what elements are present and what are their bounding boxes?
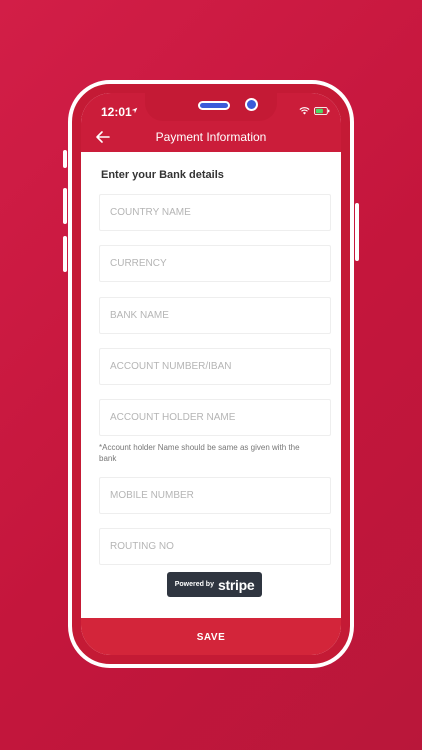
stripe-prefix: Powered by (174, 581, 214, 588)
account-holder-name-input[interactable] (99, 399, 331, 436)
battery-icon (314, 107, 330, 115)
bank-details-form: Enter your Bank details *Account holder … (81, 152, 341, 618)
camera-icon (245, 98, 258, 111)
app-screen: 12:01 Payment Information Enter your Ban… (81, 93, 341, 655)
side-button-volume-up (63, 188, 67, 224)
bank-name-input[interactable] (99, 297, 331, 334)
status-indicators (299, 107, 330, 115)
account-number-input[interactable] (99, 348, 331, 385)
account-holder-note: *Account holder Name should be same as g… (99, 443, 300, 463)
wifi-icon (299, 107, 310, 115)
powered-by-stripe-badge[interactable]: Powered by stripe (167, 572, 262, 597)
routing-no-input[interactable] (99, 528, 331, 565)
save-button[interactable]: SAVE (81, 618, 341, 655)
side-button-mute (63, 150, 67, 168)
form-heading: Enter your Bank details (101, 169, 224, 181)
location-arrow-icon (131, 107, 138, 114)
stripe-logo: stripe (217, 576, 255, 593)
side-button-power (355, 203, 359, 261)
mobile-number-input[interactable] (99, 477, 331, 514)
currency-input[interactable] (99, 245, 331, 282)
country-name-input[interactable] (99, 194, 331, 231)
speaker-icon (198, 101, 230, 110)
side-button-volume-down (63, 236, 67, 272)
status-time: 12:01 (101, 105, 132, 119)
page-title: Payment Information (155, 130, 267, 144)
notch (145, 93, 277, 121)
phone-frame: 12:01 Payment Information Enter your Ban… (68, 80, 354, 668)
app-header: 12:01 Payment Information (81, 93, 341, 152)
